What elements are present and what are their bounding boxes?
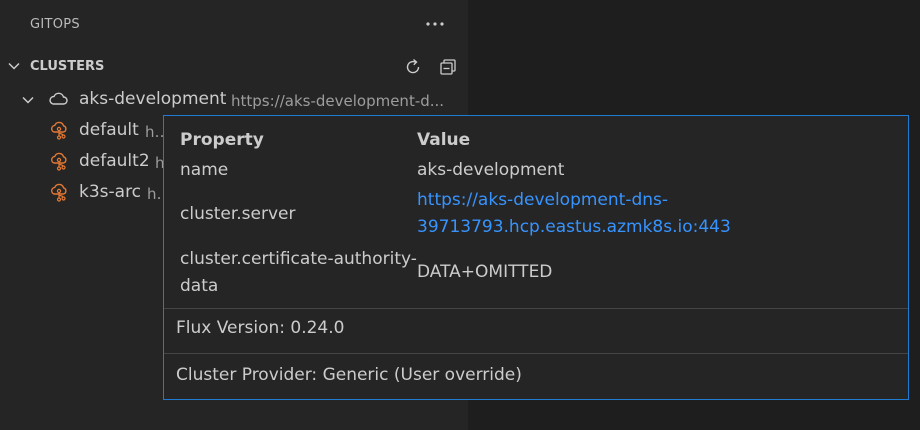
cluster-properties-table: Property Value name aks-development clus… — [164, 116, 908, 308]
app-window: GITOPS CLUSTERS aks-development https://… — [0, 0, 920, 430]
property-certificate-authority-line2: data — [180, 276, 219, 296]
tree-item-label: aks-development — [79, 89, 227, 109]
more-actions-button[interactable] — [423, 12, 447, 36]
tree-item-description: https://aks-development-d... — [231, 92, 445, 110]
tree-item-label: k3s-arc — [79, 182, 142, 202]
collapse-all-button[interactable] — [436, 55, 460, 79]
gitops-cloud-icon — [51, 183, 67, 202]
cluster-provider: Cluster Provider: Generic (User override… — [176, 365, 522, 385]
gitops-cloud-icon — [51, 121, 67, 140]
value-column-header: Value — [417, 130, 471, 150]
clusters-section-header[interactable]: CLUSTERS — [0, 54, 468, 80]
property-cluster-server: cluster.server — [180, 204, 296, 224]
cluster-server-link-line1[interactable]: https://aks-development-dns- — [417, 187, 668, 214]
clusters-section-title: CLUSTERS — [30, 59, 105, 74]
property-column-header: Property — [180, 130, 264, 150]
refresh-button[interactable] — [401, 55, 425, 79]
flux-version: Flux Version: 0.24.0 — [176, 318, 345, 338]
gitops-cloud-icon — [51, 152, 67, 171]
cluster-hover-tooltip: Property Value name aks-development clus… — [163, 115, 909, 400]
cluster-server-link-line2[interactable]: 39713793.hcp.eastus.azmk8s.io:443 — [417, 214, 731, 241]
divider — [164, 308, 908, 309]
chevron-down-icon — [8, 62, 20, 70]
ellipsis-icon — [426, 22, 444, 26]
collapse-all-icon — [440, 59, 456, 75]
tree-item-aks-development[interactable]: aks-development https://aks-development-… — [0, 84, 468, 114]
value-name: aks-development — [417, 160, 565, 180]
tree-item-description: htt — [145, 123, 165, 141]
refresh-icon — [406, 58, 420, 74]
sidebar-title: GITOPS — [30, 17, 80, 32]
sidebar-header: GITOPS — [0, 0, 468, 50]
cloud-icon — [49, 92, 68, 105]
property-name: name — [180, 160, 229, 180]
chevron-down-icon — [22, 96, 34, 104]
value-certificate-authority: DATA+OMITTED — [417, 262, 553, 282]
divider — [164, 353, 908, 354]
tree-item-label: default — [79, 120, 139, 140]
tree-item-label: default2 — [79, 151, 150, 171]
property-certificate-authority: cluster.certificate-authority- — [180, 249, 417, 269]
